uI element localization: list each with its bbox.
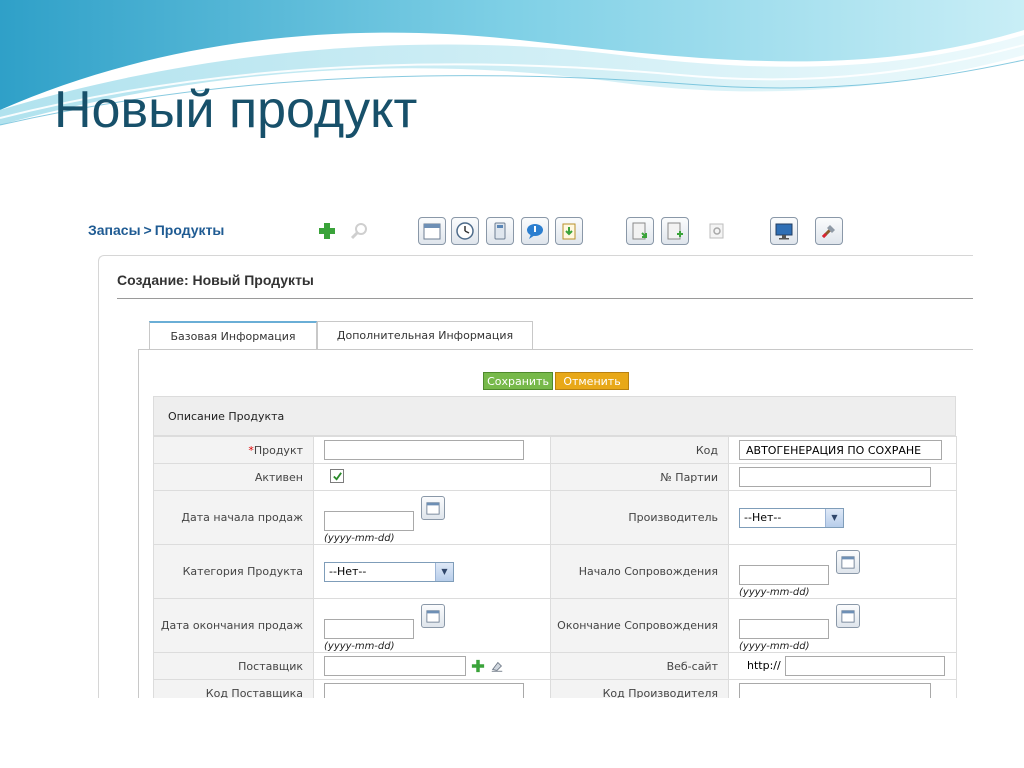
sales-end-cell: (yyyy-mm-dd): [313, 598, 551, 653]
form-row: Дата начала продаж (yyyy-mm-dd) Производ…: [153, 490, 957, 545]
product-label-text: Продукт: [253, 443, 303, 457]
add-vendor-icon[interactable]: [470, 658, 486, 674]
support-end-date-input[interactable]: [739, 618, 829, 639]
form-row: Категория Продукта --Нет-- ▼ Начало Сопро…: [153, 544, 957, 599]
category-label: Категория Продукта: [153, 544, 314, 599]
crm-app-window: Запасы > Продукты Создание: Новый Продукты: [83, 210, 973, 698]
search-icon[interactable]: [345, 217, 373, 245]
date-format-hint: (yyyy-mm-dd): [324, 640, 395, 652]
date-format-hint: (yyyy-mm-dd): [739, 586, 810, 598]
slide-title: Новый продукт: [54, 81, 418, 139]
tools-icon[interactable]: [815, 217, 843, 245]
manufacturer-code-input[interactable]: [739, 683, 931, 698]
calculator-icon[interactable]: [486, 217, 514, 245]
import-icon[interactable]: [555, 217, 583, 245]
vendor-code-label: Код Поставщика: [153, 679, 314, 698]
save-button[interactable]: Сохранить: [483, 372, 553, 390]
clear-vendor-icon[interactable]: [489, 658, 505, 674]
manufacturer-cell: --Нет-- ▼: [728, 490, 957, 545]
panel-title: Создание: Новый Продукты: [117, 272, 314, 288]
website-cell: http://: [728, 652, 957, 680]
manufacturer-code-label: Код Производителя: [550, 679, 729, 698]
chevron-down-icon: ▼: [435, 562, 453, 581]
website-label: Веб-сайт: [550, 652, 729, 680]
chat-icon[interactable]: [521, 217, 549, 245]
sales-end-label: Дата окончания продаж: [153, 598, 314, 653]
breadcrumb-parent[interactable]: Запасы: [88, 222, 141, 238]
form-container: Сохранить Отменить Описание Продукта *Пр…: [138, 349, 973, 698]
support-end-cell: (yyyy-mm-dd): [728, 598, 957, 653]
website-input[interactable]: [784, 656, 945, 676]
active-checkbox[interactable]: [330, 469, 344, 484]
vendor-cell: [313, 652, 551, 680]
find-duplicates-icon[interactable]: [703, 217, 731, 245]
support-end-label: Окончание Сопровождения: [550, 598, 729, 653]
form-row: Дата окончания продаж (yyyy-mm-dd) Оконч…: [153, 598, 957, 653]
support-start-date-input[interactable]: [739, 564, 829, 585]
support-start-label: Начало Сопровождения: [550, 544, 729, 599]
form-row: Активен № Партии: [153, 463, 957, 491]
sales-start-cell: (yyyy-mm-dd): [313, 490, 551, 545]
vendor-code-cell: [313, 679, 551, 698]
batch-number-input[interactable]: [739, 467, 931, 487]
manufacturer-select[interactable]: --Нет-- ▼: [739, 507, 844, 528]
chevron-down-icon: ▼: [825, 508, 843, 527]
form-row: *Продукт Код: [153, 436, 957, 464]
manufacturer-label: Производитель: [550, 490, 729, 545]
sales-end-date-input[interactable]: [324, 618, 414, 639]
website-prefix: http://: [747, 659, 781, 672]
date-format-hint: (yyyy-mm-dd): [739, 640, 810, 652]
panel-divider: [117, 298, 973, 299]
category-select-value: --Нет--: [329, 565, 367, 578]
category-select[interactable]: --Нет-- ▼: [324, 561, 454, 582]
active-cell: [313, 463, 551, 491]
calendar-icon[interactable]: [418, 217, 446, 245]
calendar-picker-icon[interactable]: [836, 603, 860, 628]
monitor-icon[interactable]: [770, 217, 798, 245]
section-header: Описание Продукта: [153, 396, 956, 436]
product-label: *Продукт: [153, 436, 314, 464]
checkmark-icon: [332, 472, 342, 481]
batch-label: № Партии: [550, 463, 729, 491]
active-label: Активен: [153, 463, 314, 491]
vendor-label: Поставщик: [153, 652, 314, 680]
breadcrumb-separator: >: [143, 222, 152, 238]
breadcrumb: Запасы > Продукты: [88, 222, 224, 238]
category-cell: --Нет-- ▼: [313, 544, 551, 599]
product-form-table: *Продукт Код Активен № Партии Дата начал…: [153, 436, 957, 698]
date-format-hint: (yyyy-mm-dd): [324, 532, 395, 544]
export-alt-icon[interactable]: [661, 217, 689, 245]
calendar-picker-icon[interactable]: [421, 495, 445, 520]
vendor-input[interactable]: [324, 656, 466, 676]
sales-start-date-input[interactable]: [324, 510, 414, 531]
code-cell: [728, 436, 957, 464]
tab-additional-info[interactable]: Дополнительная Информация: [317, 321, 533, 349]
cancel-button[interactable]: Отменить: [555, 372, 629, 390]
calendar-picker-icon[interactable]: [421, 603, 445, 628]
sales-start-label: Дата начала продаж: [153, 490, 314, 545]
vendor-code-input[interactable]: [324, 683, 524, 698]
batch-cell: [728, 463, 957, 491]
product-name-input[interactable]: [324, 440, 524, 460]
product-cell: [313, 436, 551, 464]
add-icon[interactable]: [313, 217, 341, 245]
create-product-panel: Создание: Новый Продукты Базовая Информа…: [98, 255, 973, 698]
tab-basic-info[interactable]: Базовая Информация: [149, 321, 317, 350]
manufacturer-select-value: --Нет--: [744, 511, 782, 524]
calendar-picker-icon[interactable]: [836, 549, 860, 574]
product-code-input[interactable]: [739, 440, 942, 460]
support-start-cell: (yyyy-mm-dd): [728, 544, 957, 599]
clock-icon[interactable]: [451, 217, 479, 245]
form-row: Поставщик Веб-сайт http://: [153, 652, 957, 680]
manufacturer-code-cell: [728, 679, 957, 698]
form-row: Код Поставщика Код Производителя: [153, 679, 957, 698]
breadcrumb-current[interactable]: Продукты: [155, 222, 225, 238]
code-label: Код: [550, 436, 729, 464]
export-icon[interactable]: [626, 217, 654, 245]
